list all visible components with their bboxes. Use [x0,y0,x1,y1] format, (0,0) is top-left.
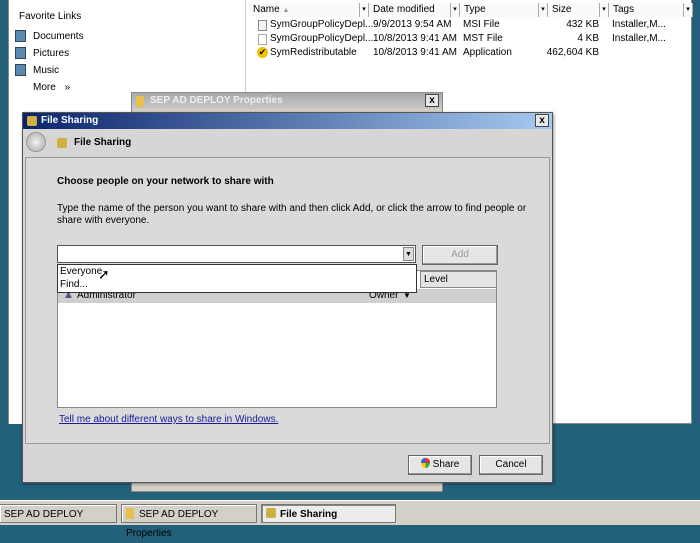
close-icon[interactable]: x [425,94,439,107]
dialog-title: File Sharing [41,115,99,126]
favorite-links-heading: Favorite Links [19,11,82,22]
symantec-check-icon: ✔ [257,47,268,58]
close-icon[interactable]: x [535,114,549,127]
pictures-icon [15,47,26,59]
music-icon [15,64,26,76]
file-sharing-icon [266,508,276,518]
taskbar-label: SEP AD DEPLOY [4,509,84,520]
file-sharing-icon [27,116,37,126]
file-name: SymGroupPolicyDepl... [270,19,374,30]
sort-ascending-icon: ▲ [282,7,290,14]
mst-file-icon [258,34,267,45]
file-row[interactable]: SymGroupPolicyDepl... 10/8/2013 9:41 AM … [249,32,689,46]
file-size: 432 KB [566,19,599,30]
column-header-date[interactable]: Date modified ▾ [369,3,460,17]
taskbar: SEP AD DEPLOY SEP AD DEPLOY Properties F… [0,500,700,539]
taskbar-item-properties[interactable]: SEP AD DEPLOY Properties [121,504,257,539]
chevron-down-icon[interactable]: ▾ [538,3,547,17]
file-type: MST File [463,33,503,44]
column-label: Tags [613,4,635,15]
uac-shield-icon [420,458,430,468]
taskbar-label: SEP AD DEPLOY Properties [126,509,219,539]
dialog-header: ← File Sharing [23,129,552,157]
properties-title: SEP AD DEPLOY Properties [150,95,283,106]
favorite-pictures[interactable]: Pictures [33,48,69,59]
file-size: 462,604 KB [546,47,599,58]
combo-dropdown-list: Everyone Find... [57,264,417,293]
person-name-combobox[interactable]: ▼ [57,245,416,263]
file-name: SymGroupPolicyDepl... [270,33,374,44]
file-tags: Installer,M... [612,33,666,44]
file-row[interactable]: ✔ SymRedistributable 10/8/2013 9:41 AM A… [249,46,689,60]
file-sharing-title-bar[interactable]: File Sharing [23,113,552,129]
content-panel: Choose people on your network to share w… [25,157,550,444]
heading: Choose people on your network to share w… [57,176,274,187]
file-name: SymRedistributable [270,47,357,58]
back-arrow-icon[interactable]: ← [26,132,46,152]
chevron-down-icon[interactable]: ▾ [359,3,368,17]
cancel-button[interactable]: Cancel [479,455,543,475]
file-row[interactable]: SymGroupPolicyDepl... 9/9/2013 9:54 AM M… [249,18,689,32]
file-date: 9/9/2013 9:54 AM [373,19,452,30]
chevron-down-icon[interactable]: ▾ [683,3,692,17]
more-link[interactable]: More » [33,82,70,93]
favorite-documents[interactable]: Documents [33,31,84,42]
msi-file-icon [258,20,267,31]
instructions: Type the name of the person you want to … [57,203,527,226]
taskbar-item-explorer[interactable]: SEP AD DEPLOY [0,504,117,523]
add-button[interactable]: Add [422,245,498,265]
column-label: Size [552,4,572,15]
file-date: 10/8/2013 9:41 AM [373,47,457,58]
column-header-name[interactable]: Name ▲ ▾ [249,3,369,17]
file-type: Application [463,47,512,58]
file-tags: Installer,M... [612,19,666,30]
file-date: 10/8/2013 9:41 AM [373,33,457,44]
chevron-down-icon[interactable]: ▾ [450,3,459,17]
folder-icon [136,96,144,107]
taskbar-item-file-sharing[interactable]: File Sharing [261,504,396,523]
header-title: File Sharing [74,137,132,148]
taskbar-label: File Sharing [280,509,338,520]
properties-title-bar[interactable]: SEP AD DEPLOY Properties [132,93,442,109]
mouse-cursor-icon: ➚ [98,266,110,282]
column-header-tags[interactable]: Tags ▾ [609,3,693,17]
file-sharing-icon [57,138,67,148]
help-link[interactable]: Tell me about different ways to share in… [59,414,278,425]
column-header-size[interactable]: Size ▾ [548,3,609,17]
share-label: Share [432,459,460,470]
folder-icon [126,508,134,519]
share-button[interactable]: Share [408,455,472,475]
file-type: MSI File [463,19,500,30]
column-header-level[interactable]: Level [420,271,497,288]
favorite-music[interactable]: Music [33,65,59,76]
column-header-type[interactable]: Type ▾ [460,3,548,17]
column-label: Name [253,4,280,15]
chevron-down-icon[interactable]: ▾ [599,3,608,17]
option-find[interactable]: Find... [58,278,416,291]
more-label: More [33,82,56,93]
column-label: Type [464,4,486,15]
chevron-down-icon[interactable]: ▼ [403,247,414,261]
documents-icon [15,30,26,42]
column-label: Date modified [373,4,435,15]
chevron-double-right-icon: » [64,82,71,93]
file-sharing-dialog: File Sharing x ← File Sharing Choose peo… [22,112,553,483]
file-size: 4 KB [577,33,599,44]
option-everyone[interactable]: Everyone [58,265,416,278]
